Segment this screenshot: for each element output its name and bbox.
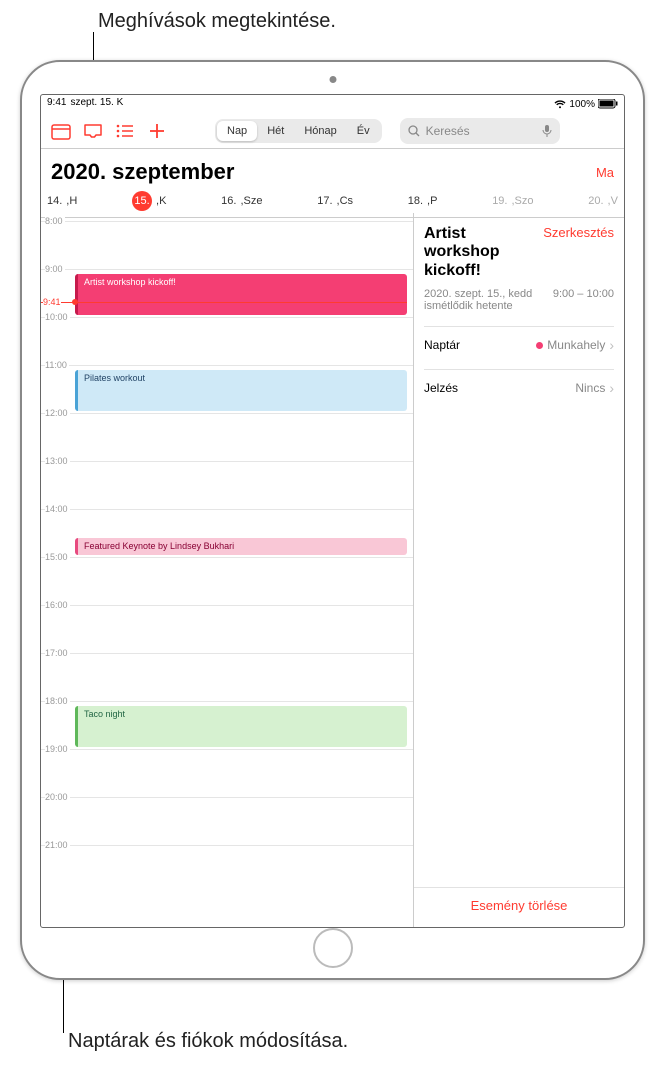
day-number: 20. [588, 195, 603, 207]
segment-day[interactable]: Nap [217, 121, 257, 141]
now-time-label: 9:41 [43, 297, 61, 307]
day-of-week: ,Sze [240, 195, 262, 207]
detail-row-value: Munkahely› [536, 337, 614, 353]
delete-event-button[interactable]: Esemény törlése [414, 887, 624, 913]
segment-year[interactable]: Év [347, 121, 380, 141]
detail-row[interactable]: Naptár Munkahely› [424, 326, 614, 363]
day-header[interactable]: 15. ,K [132, 191, 166, 211]
detail-row[interactable]: Jelzés Nincs› [424, 369, 614, 406]
day-header[interactable]: 19. ,Szo [492, 191, 533, 211]
hour-label: 21:00 [45, 840, 70, 850]
status-date: szept. 15. K [70, 97, 123, 111]
hour-row: 17:00 [41, 653, 413, 701]
hour-row: 15:00 [41, 557, 413, 605]
day-number: 18. [408, 195, 423, 207]
camera-dot [329, 76, 336, 83]
day-of-week: ,K [156, 195, 166, 207]
hour-label: 13:00 [45, 456, 70, 466]
hour-label: 14:00 [45, 504, 70, 514]
mic-icon[interactable] [542, 124, 552, 138]
day-header[interactable]: 20. ,V [588, 191, 618, 211]
calendar-event[interactable]: Featured Keynote by Lindsey Bukhari [75, 538, 407, 555]
now-indicator [41, 302, 407, 303]
event-recurrence: ismétlődik hetente [424, 300, 532, 312]
day-of-week: ,P [427, 195, 437, 207]
hour-row: 16:00 [41, 605, 413, 653]
home-button[interactable] [313, 928, 353, 968]
day-timeline[interactable]: 8:009:0010:0011:0012:0013:0014:0015:0016… [41, 213, 414, 927]
hour-row: 13:00 [41, 461, 413, 509]
hour-label: 18:00 [45, 696, 70, 706]
list-icon[interactable] [111, 117, 139, 145]
chevron-right-icon: › [609, 380, 614, 396]
day-header[interactable]: 18. ,P [408, 191, 438, 211]
calendars-icon[interactable] [47, 117, 75, 145]
edit-button[interactable]: Szerkesztés [543, 225, 614, 240]
hour-label: 17:00 [45, 648, 70, 658]
day-of-week: ,H [66, 195, 77, 207]
hour-label: 16:00 [45, 600, 70, 610]
hour-label: 19:00 [45, 744, 70, 754]
now-dot [72, 299, 78, 305]
hour-label: 8:00 [45, 216, 65, 226]
search-field[interactable]: Keresés [400, 118, 560, 144]
day-header[interactable]: 14. ,H [47, 191, 77, 211]
event-detail-pane: Artist workshop kickoff! Szerkesztés 202… [414, 213, 624, 927]
screen: 9:41 szept. 15. K 100% [40, 94, 625, 928]
status-bar: 9:41 szept. 15. K 100% [41, 95, 624, 113]
hour-row: 8:00 [41, 221, 413, 269]
day-of-week: ,Szo [511, 195, 533, 207]
content-area: 8:009:0010:0011:0012:0013:0014:0015:0016… [41, 213, 624, 927]
detail-row-label: Jelzés [424, 381, 458, 395]
month-title: 2020. szeptember [51, 159, 234, 185]
day-number: 19. [492, 195, 507, 207]
calendar-color-dot [536, 342, 543, 349]
hour-label: 10:00 [45, 312, 70, 322]
add-icon[interactable] [143, 117, 171, 145]
status-time: 9:41 [47, 97, 66, 111]
inbox-icon[interactable] [79, 117, 107, 145]
battery-percent: 100% [569, 99, 595, 110]
hour-label: 20:00 [45, 792, 70, 802]
search-icon [408, 125, 420, 137]
hour-row: 12:00 [41, 413, 413, 461]
day-of-week: ,V [608, 195, 618, 207]
header: 2020. szeptember Ma [41, 149, 624, 189]
detail-row-label: Naptár [424, 338, 460, 352]
segment-month[interactable]: Hónap [294, 121, 346, 141]
calendar-event[interactable]: Taco night [75, 706, 407, 747]
wifi-icon [554, 100, 566, 109]
hour-row: 19:00 [41, 749, 413, 797]
hour-label: 9:00 [45, 264, 65, 274]
calendar-event[interactable]: Pilates workout [75, 370, 407, 411]
detail-row-value: Nincs› [575, 380, 614, 396]
hour-label: 12:00 [45, 408, 70, 418]
view-segmented-control: Nap Hét Hónap Év [215, 119, 382, 143]
event-date: 2020. szept. 15., kedd [424, 288, 532, 300]
event-time-range: 9:00 – 10:00 [553, 288, 614, 312]
callout-bottom: Naptárak és fiókok módosítása. [68, 1030, 348, 1053]
segment-week[interactable]: Hét [257, 121, 294, 141]
callout-top: Meghívások megtekintése. [98, 10, 336, 33]
today-button[interactable]: Ma [596, 165, 614, 180]
calendar-event[interactable]: Artist workshop kickoff! [75, 274, 407, 315]
day-header[interactable]: 17. ,Cs [317, 191, 353, 211]
day-number: 14. [47, 195, 62, 207]
chevron-right-icon: › [609, 337, 614, 353]
day-number: 16. [221, 195, 236, 207]
battery-icon [598, 99, 618, 109]
hour-row: 21:00 [41, 845, 413, 893]
hour-row: 10:00 [41, 317, 413, 365]
day-of-week: ,Cs [337, 195, 354, 207]
ipad-frame: 9:41 szept. 15. K 100% [20, 60, 645, 980]
hour-label: 11:00 [45, 360, 69, 370]
day-number: 15. [132, 191, 152, 211]
hour-label: 15:00 [45, 552, 70, 562]
toolbar: Nap Hét Hónap Év Keresés [41, 113, 624, 149]
day-header[interactable]: 16. ,Sze [221, 191, 262, 211]
event-title: Artist workshop kickoff! [424, 225, 543, 280]
day-number: 17. [317, 195, 332, 207]
hour-row: 20:00 [41, 797, 413, 845]
search-placeholder: Keresés [426, 124, 470, 138]
